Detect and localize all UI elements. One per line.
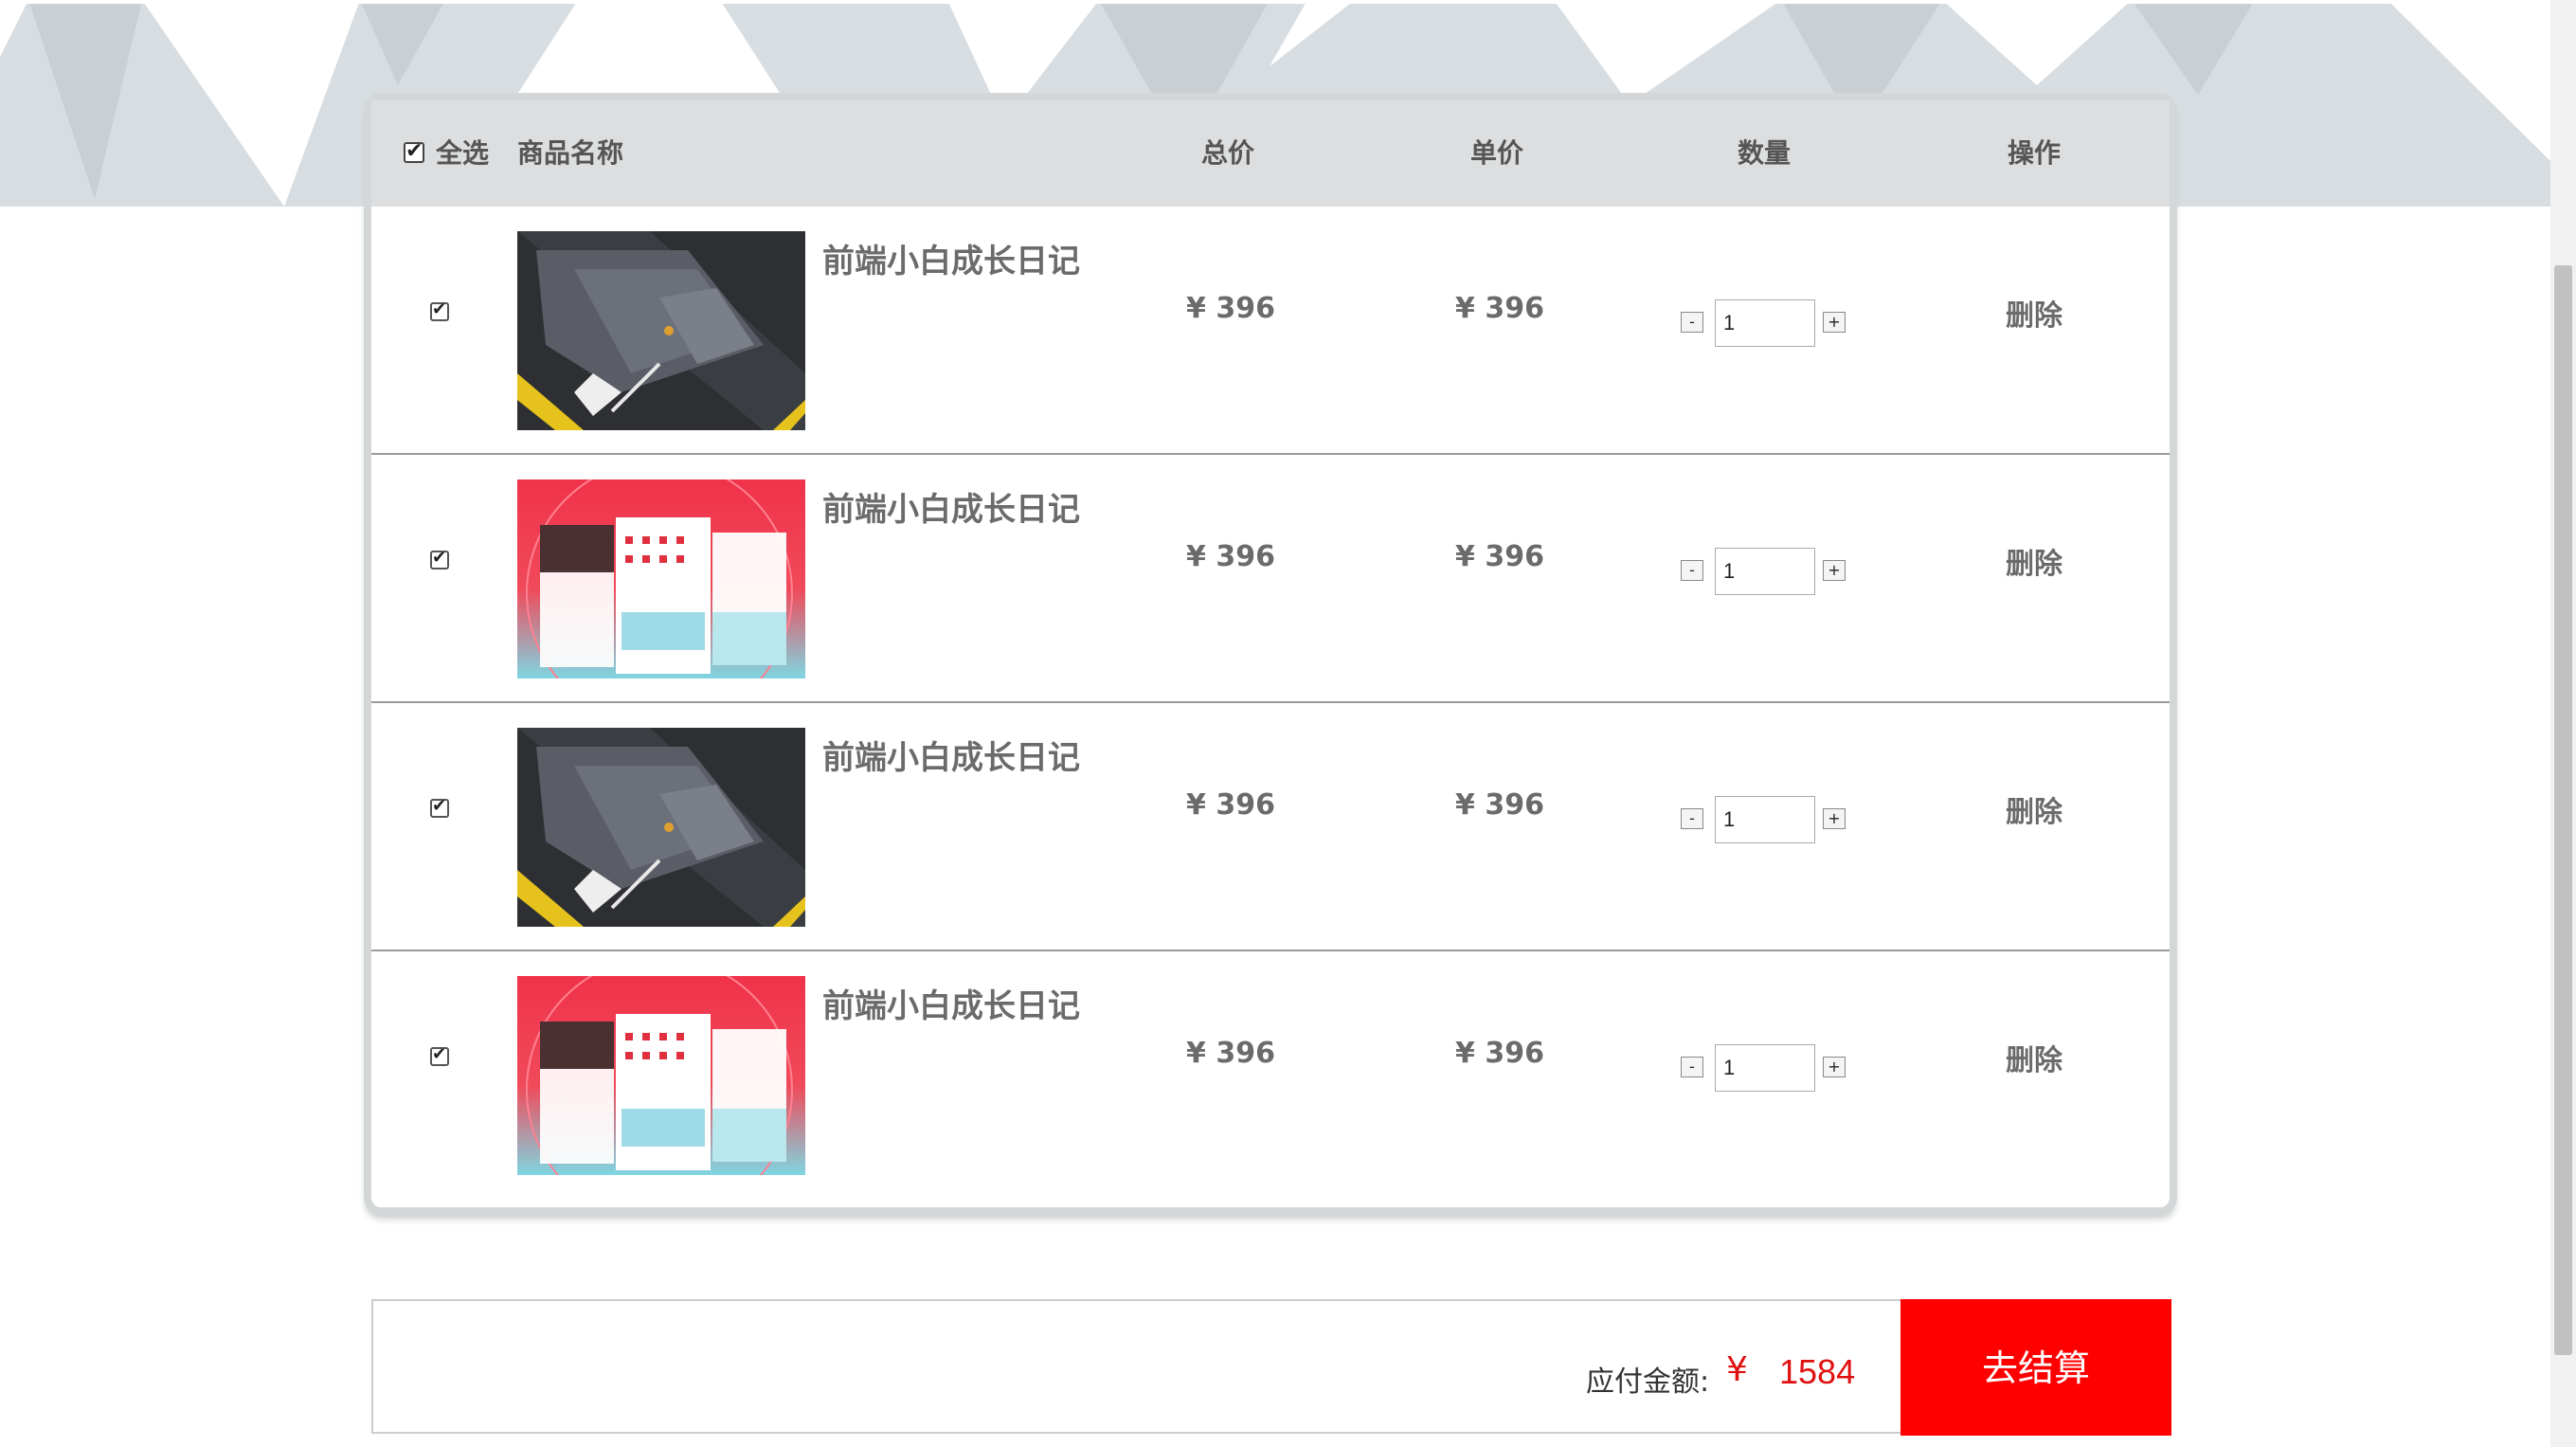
header-unit-price: 单价: [1470, 137, 1524, 169]
row-unit-price: ¥ 396: [1455, 788, 1544, 822]
delete-button[interactable]: 删除: [2006, 788, 2063, 830]
qty-minus-button[interactable]: -: [1681, 1057, 1703, 1077]
checkout-button[interactable]: 去结算: [1900, 1299, 2171, 1436]
qty-input[interactable]: [1715, 796, 1815, 843]
product-image: [517, 728, 805, 927]
cart-row: 前端小白成长日记 ¥ 396 ¥ 396 - + 删除: [371, 207, 2170, 455]
qty-plus-button[interactable]: +: [1823, 1057, 1846, 1077]
product-name[interactable]: 前端小白成长日记: [822, 732, 1080, 778]
top-border: [0, 0, 2550, 4]
qty-input[interactable]: [1715, 299, 1815, 347]
row-unit-price: ¥ 396: [1455, 540, 1544, 573]
payable-amount: 1584: [1779, 1352, 1856, 1391]
dark-desk-image: [517, 231, 805, 430]
qty-input[interactable]: [1715, 548, 1815, 595]
red-app-ui-image: [517, 976, 805, 1175]
qty-minus-button[interactable]: -: [1681, 312, 1703, 333]
red-app-ui-image: [517, 479, 805, 678]
qty-minus-button[interactable]: -: [1681, 560, 1703, 581]
header-action: 操作: [2008, 137, 2062, 169]
row-checkbox[interactable]: [430, 548, 449, 570]
cart-table: 全选 商品名称 总价 单价 数量 操作 前端小白成长日记 ¥ 396 ¥ 39: [371, 100, 2170, 1207]
product-image: [517, 479, 805, 678]
qty-plus-button[interactable]: +: [1823, 560, 1846, 581]
dark-desk-image: [517, 728, 805, 927]
row-checkbox[interactable]: [430, 796, 449, 818]
qty-minus-button[interactable]: -: [1681, 808, 1703, 829]
row-unit-price: ¥ 396: [1455, 1037, 1544, 1070]
qty-plus-button[interactable]: +: [1823, 312, 1846, 333]
checkout-bar: 应付金额: ¥ 1584 去结算: [371, 1299, 2171, 1436]
header-total-price: 总价: [1201, 137, 1255, 169]
cart-row: 前端小白成长日记 ¥ 396 ¥ 396 - + 删除: [371, 455, 2170, 703]
header-product-name: 商品名称: [517, 137, 624, 169]
cart-header: 全选 商品名称 总价 单价 数量 操作: [371, 100, 2170, 207]
payable-label: 应付金额:: [1586, 1366, 1710, 1399]
delete-button[interactable]: 删除: [2006, 292, 2063, 334]
row-total-price: ¥ 396: [1186, 292, 1275, 325]
cart-row: 前端小白成长日记 ¥ 396 ¥ 396 - + 删除: [371, 703, 2170, 951]
product-name[interactable]: 前端小白成长日记: [822, 980, 1080, 1026]
vertical-scrollbar[interactable]: [2550, 0, 2576, 1447]
scrollbar-thumb[interactable]: [2554, 265, 2572, 1355]
cart-row: 前端小白成长日记 ¥ 396 ¥ 396 - + 删除: [371, 951, 2170, 1200]
row-total-price: ¥ 396: [1186, 540, 1275, 573]
qty-input[interactable]: [1715, 1044, 1815, 1092]
row-total-price: ¥ 396: [1186, 1037, 1275, 1070]
qty-plus-button[interactable]: +: [1823, 808, 1846, 829]
row-checkbox[interactable]: [430, 299, 449, 321]
select-all-label[interactable]: 全选: [436, 100, 489, 207]
delete-button[interactable]: 删除: [2006, 540, 2063, 582]
header-quantity: 数量: [1738, 137, 1792, 169]
currency-symbol: ¥: [1726, 1350, 1748, 1389]
row-checkbox[interactable]: [430, 1044, 449, 1066]
product-name[interactable]: 前端小白成长日记: [822, 483, 1080, 530]
row-unit-price: ¥ 396: [1455, 292, 1544, 325]
delete-button[interactable]: 删除: [2006, 1037, 2063, 1078]
row-total-price: ¥ 396: [1186, 788, 1275, 822]
product-image: [517, 231, 805, 430]
product-name[interactable]: 前端小白成长日记: [822, 235, 1080, 281]
product-image: [517, 976, 805, 1175]
